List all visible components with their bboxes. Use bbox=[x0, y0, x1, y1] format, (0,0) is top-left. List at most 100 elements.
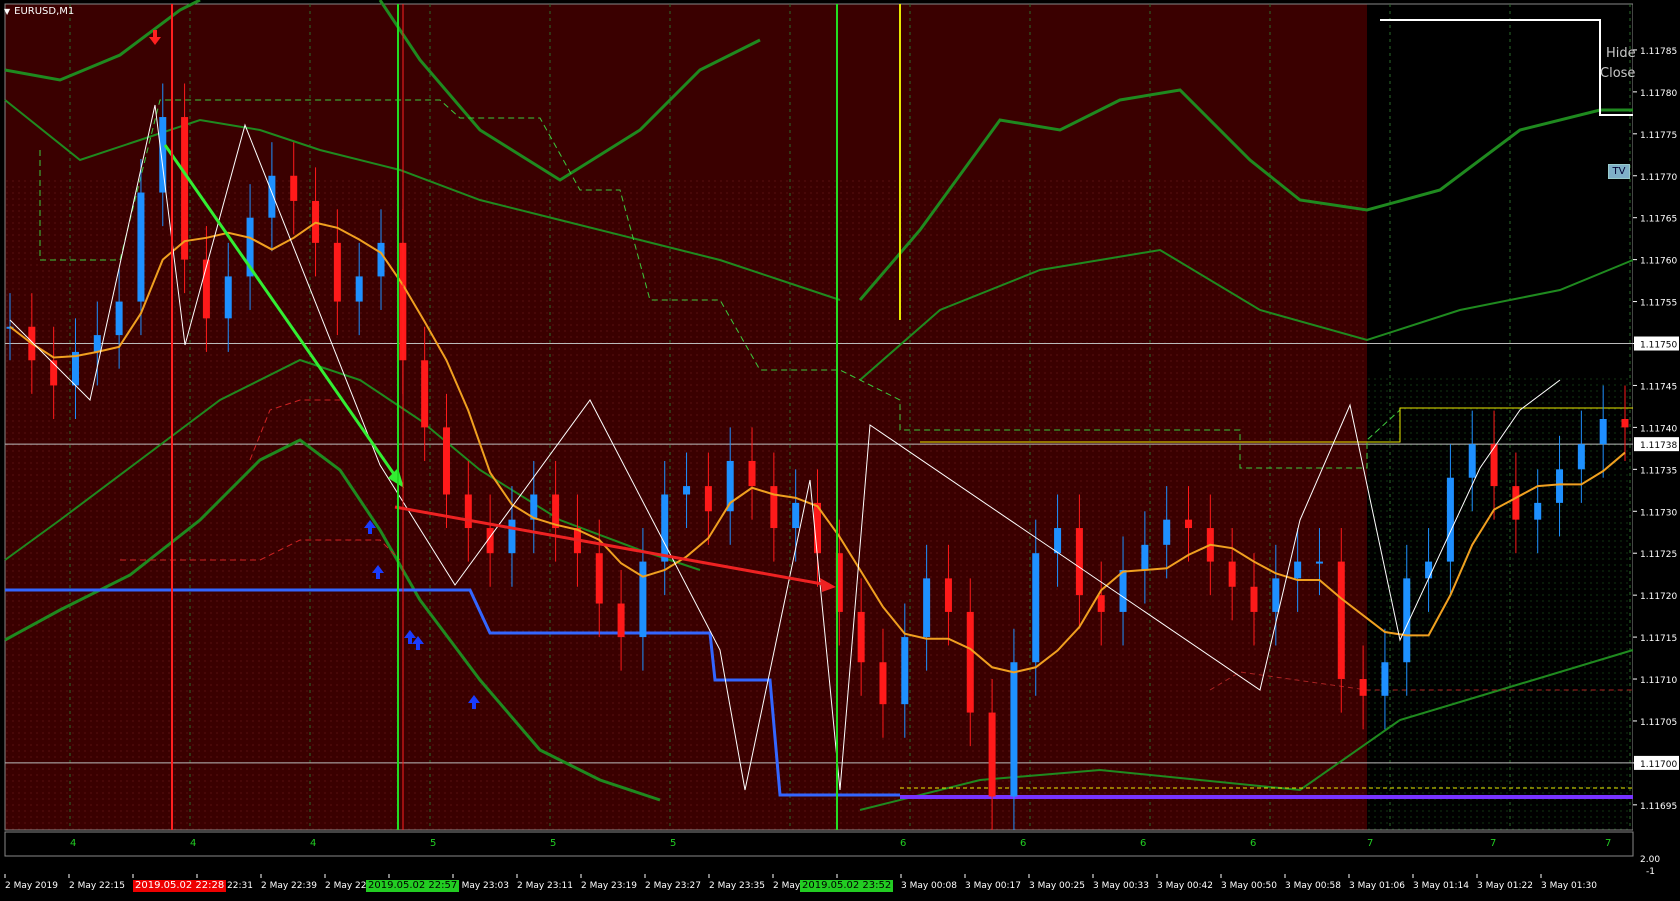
candle-body bbox=[617, 603, 625, 638]
candle-body bbox=[115, 301, 123, 336]
candle-body bbox=[1032, 553, 1040, 663]
dropdown-arrow-icon[interactable]: ▼ bbox=[4, 7, 10, 16]
candle-body bbox=[1119, 569, 1127, 612]
candle-body bbox=[1621, 419, 1629, 428]
candle-body bbox=[1534, 502, 1542, 520]
time-tick-label: 2 May 23:27 bbox=[645, 881, 701, 891]
candle-body bbox=[508, 519, 516, 554]
chart-symbol-label: EURUSD,M1 bbox=[14, 5, 75, 17]
session-number: 7 bbox=[1367, 838, 1373, 849]
candle-body bbox=[1054, 528, 1062, 554]
candle-body bbox=[1468, 444, 1476, 478]
candle-body bbox=[1446, 477, 1454, 562]
red-vline-date-tag: 2019.05.02 22:28 bbox=[133, 880, 227, 892]
candle-body bbox=[1381, 662, 1389, 696]
time-tick-label: 3 May 01:22 bbox=[1477, 881, 1533, 891]
current-price-label: 1.11738 bbox=[1640, 441, 1677, 451]
candle-body bbox=[1599, 419, 1607, 445]
candle-body bbox=[879, 662, 887, 705]
price-tick-label: 1.11725 bbox=[1640, 550, 1677, 560]
candle-body bbox=[1294, 561, 1302, 579]
tv-button[interactable]: TV bbox=[1608, 164, 1630, 179]
candle-body bbox=[1185, 519, 1193, 529]
candle-body bbox=[1272, 578, 1280, 612]
chart-title[interactable]: ▼ EURUSD,M1 bbox=[4, 4, 74, 18]
candle-body bbox=[442, 427, 450, 495]
green-vline-date-tag-1: 2019.05.02 22:57 bbox=[366, 880, 460, 892]
price-tick-label: 1.11715 bbox=[1640, 634, 1677, 644]
session-number: 4 bbox=[310, 838, 316, 849]
price-chart[interactable]: 1.11785 1.11780 1.11775 1.11770 1.11765 1.117… bbox=[0, 0, 1680, 897]
close-button[interactable]: Close bbox=[1600, 66, 1635, 81]
price-tick-label: 1.11695 bbox=[1640, 802, 1677, 812]
candle-body bbox=[857, 611, 865, 663]
candle-body bbox=[1097, 595, 1105, 612]
candle-body bbox=[661, 494, 669, 562]
candle-body bbox=[464, 494, 472, 529]
price-tick-label: 1.11720 bbox=[1640, 592, 1677, 602]
price-tick-label: 1.11700 bbox=[1640, 760, 1677, 770]
price-tick-label: 1.11735 bbox=[1640, 466, 1677, 476]
time-tick-label: 3 May 01:06 bbox=[1349, 881, 1405, 891]
candle-body bbox=[966, 611, 974, 713]
time-tick-label: 2 May 23:19 bbox=[581, 881, 637, 891]
time-tick-label: 3 May 01:30 bbox=[1541, 881, 1597, 891]
candle-body bbox=[1556, 469, 1564, 503]
candle-body bbox=[93, 335, 101, 352]
candle-body bbox=[1163, 519, 1171, 545]
candle-body bbox=[704, 486, 712, 512]
candle-body bbox=[202, 259, 210, 319]
candle-body bbox=[1010, 662, 1018, 797]
price-tick-label: 1.11750 bbox=[1640, 341, 1677, 351]
price-tick-label: 1.11740 bbox=[1640, 424, 1677, 434]
session-number: 5 bbox=[550, 838, 556, 849]
session-number: 4 bbox=[70, 838, 76, 849]
candle-body bbox=[1141, 544, 1149, 570]
candle-body bbox=[1577, 444, 1585, 470]
session-number: 5 bbox=[670, 838, 676, 849]
candle-body bbox=[944, 578, 952, 612]
candle-body bbox=[1359, 679, 1367, 696]
price-tick-label: 1.11730 bbox=[1640, 508, 1677, 518]
candle-body bbox=[290, 175, 298, 201]
session-number: 6 bbox=[1020, 838, 1026, 849]
candle-body bbox=[1337, 561, 1345, 680]
hide-button[interactable]: Hide bbox=[1606, 46, 1636, 61]
session-number: 6 bbox=[1250, 838, 1256, 849]
session-number: 6 bbox=[1140, 838, 1146, 849]
indicator-axis-label: -1 bbox=[1646, 867, 1655, 877]
session-number: 7 bbox=[1605, 838, 1611, 849]
session-number: 4 bbox=[190, 838, 196, 849]
time-tick-label: 2 May 23:11 bbox=[517, 881, 573, 891]
candle-body bbox=[421, 360, 429, 428]
candle-body bbox=[923, 578, 931, 638]
candle-body bbox=[988, 712, 996, 797]
time-tick-label: 3 May 00:17 bbox=[965, 881, 1021, 891]
session-number: 6 bbox=[900, 838, 906, 849]
time-tick-label: 2 May 2019 bbox=[5, 881, 58, 891]
price-tick-label: 1.11760 bbox=[1640, 257, 1677, 267]
chart-window[interactable]: 1.11785 1.11780 1.11775 1.11770 1.11765 1.117… bbox=[0, 0, 1680, 897]
candle-body bbox=[181, 117, 189, 260]
candle-body bbox=[595, 553, 603, 604]
indicator-axis-label: 2.00 bbox=[1640, 855, 1660, 865]
price-tick-label: 1.11745 bbox=[1640, 382, 1677, 392]
indicator-subwindow bbox=[4, 831, 1634, 857]
candle-body bbox=[683, 486, 691, 495]
candle-body bbox=[901, 637, 909, 705]
time-tick-label: 3 May 00:25 bbox=[1029, 881, 1085, 891]
session-number: 5 bbox=[430, 838, 436, 849]
price-tick-label: 1.11770 bbox=[1640, 173, 1677, 183]
candle-body bbox=[748, 460, 756, 487]
time-tick-label: 3 May 00:58 bbox=[1285, 881, 1341, 891]
time-tick-label: 2 May 22:15 bbox=[69, 881, 125, 891]
candle-body bbox=[159, 117, 167, 193]
candle-body bbox=[137, 192, 145, 302]
candle-body bbox=[639, 561, 647, 638]
candle-body bbox=[792, 502, 800, 529]
candle-body bbox=[377, 242, 385, 277]
session-number: 7 bbox=[1490, 838, 1496, 849]
price-tick-label: 1.11705 bbox=[1640, 718, 1677, 728]
candle-body bbox=[1228, 561, 1236, 587]
price-tick-label: 1.11775 bbox=[1640, 131, 1677, 141]
